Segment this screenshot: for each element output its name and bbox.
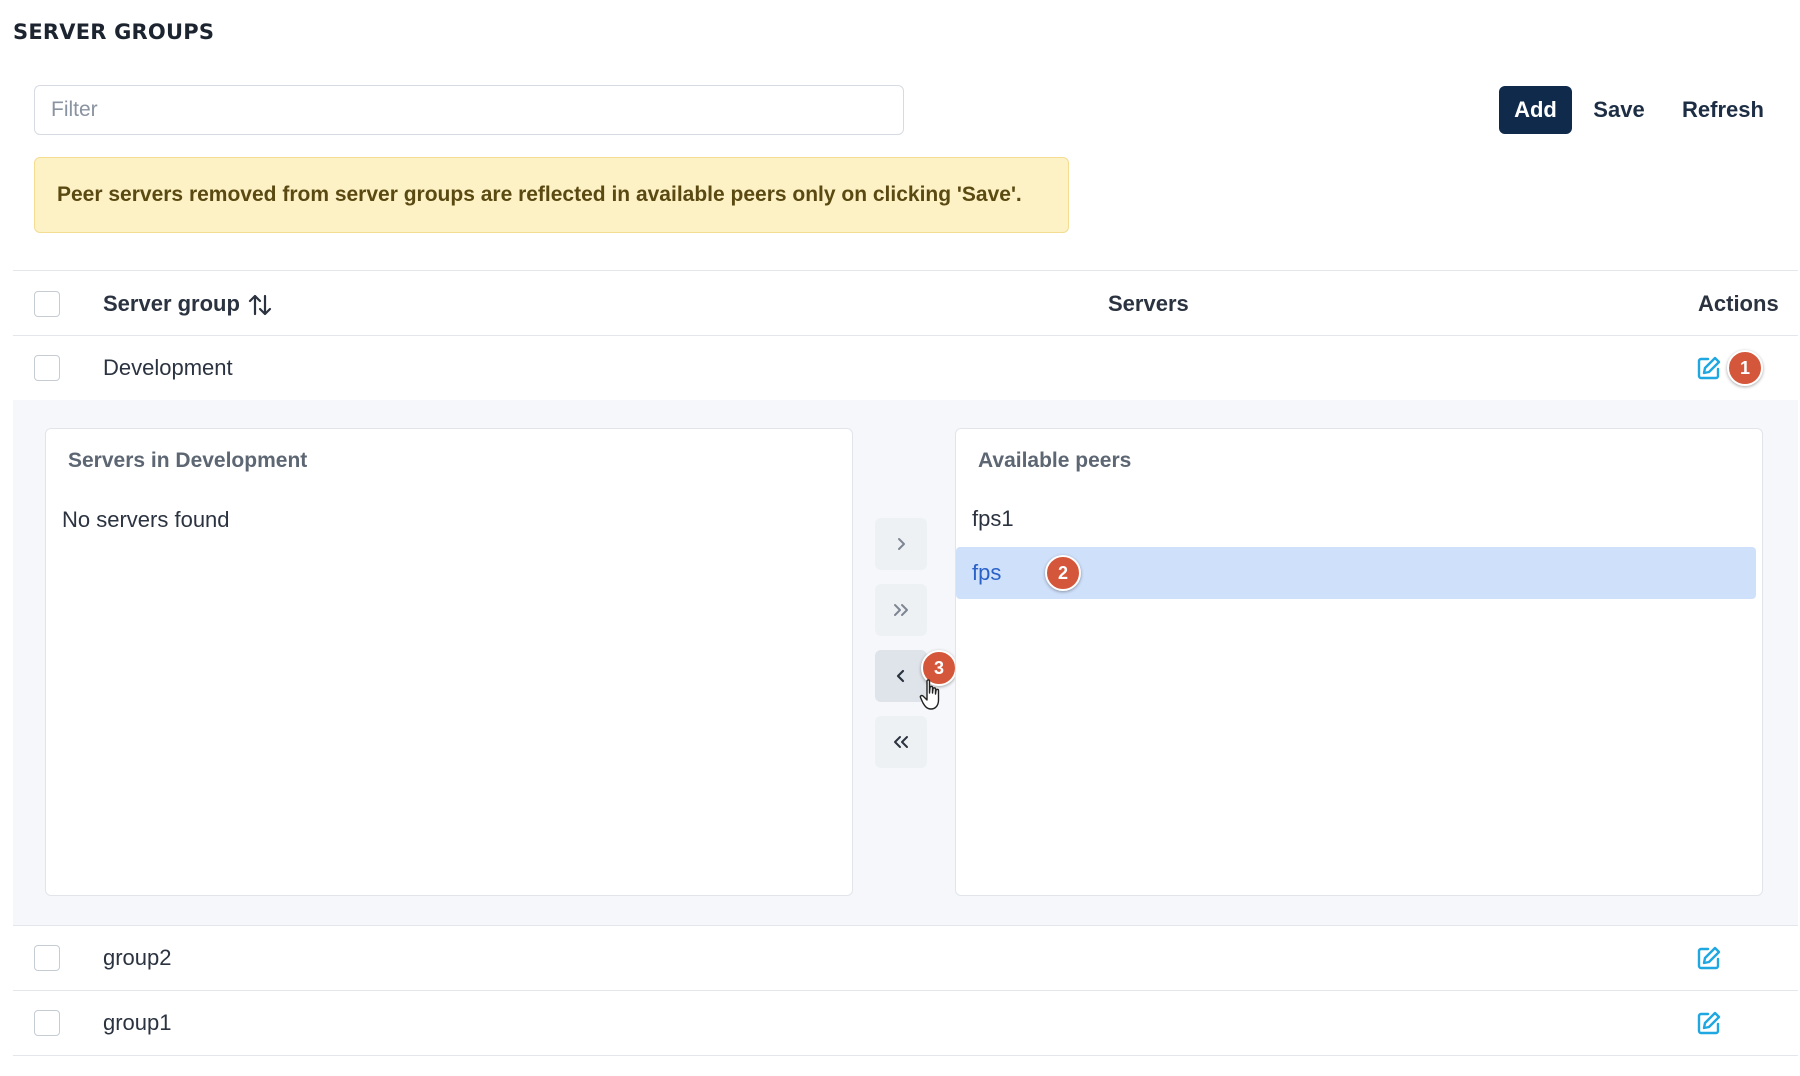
sort-icon[interactable] [247, 292, 273, 318]
row-checkbox[interactable] [34, 355, 60, 381]
server-group-editor: Servers in Development No servers found … [13, 400, 1798, 925]
available-peers-panel: Available peers fps1 fps 2 [955, 428, 1763, 896]
divider [13, 270, 1798, 271]
panel-title: Available peers [978, 449, 1132, 472]
step-badge-2: 2 [1045, 555, 1081, 591]
move-all-left-button[interactable] [875, 716, 927, 768]
list-item[interactable]: fps1 [956, 493, 1756, 545]
table-header: Server group Servers Actions [13, 272, 1798, 336]
table-row[interactable]: group2 [13, 926, 1798, 990]
servers-in-group-panel: Servers in Development No servers found [45, 428, 853, 896]
filter-input[interactable] [34, 85, 904, 135]
table-row[interactable]: Development 1 [13, 336, 1798, 400]
double-chevron-left-icon [894, 736, 908, 748]
select-all-checkbox[interactable] [34, 291, 60, 317]
column-header-servers: Servers [1108, 291, 1189, 316]
refresh-button[interactable]: Refresh [1668, 86, 1778, 134]
double-chevron-right-icon [894, 604, 908, 616]
server-group-name: group2 [103, 945, 172, 970]
divider [13, 1055, 1798, 1056]
chevron-right-icon [898, 538, 905, 550]
chevron-left-icon [896, 669, 905, 683]
panel-title: Servers in Development [68, 449, 308, 472]
server-group-name: Development [103, 355, 233, 380]
step-badge-1: 1 [1727, 350, 1763, 386]
edit-icon[interactable] [1696, 1010, 1722, 1036]
save-button[interactable]: Save [1580, 86, 1658, 134]
empty-message: No servers found [62, 507, 230, 532]
row-checkbox[interactable] [34, 1010, 60, 1036]
row-checkbox[interactable] [34, 945, 60, 971]
edit-icon[interactable] [1696, 945, 1722, 971]
edit-icon[interactable] [1696, 355, 1722, 381]
move-right-button[interactable] [875, 518, 927, 570]
add-button[interactable]: Add [1499, 86, 1572, 134]
column-header-actions: Actions [1698, 291, 1779, 316]
info-alert: Peer servers removed from server groups … [34, 157, 1069, 233]
move-all-right-button[interactable] [875, 584, 927, 636]
page-title: SERVER GROUPS [13, 20, 215, 44]
hand-cursor-icon [919, 679, 940, 710]
server-group-name: group1 [103, 1010, 172, 1035]
column-header-server-group: Server group [103, 291, 240, 316]
table-row[interactable]: group1 [13, 991, 1798, 1055]
